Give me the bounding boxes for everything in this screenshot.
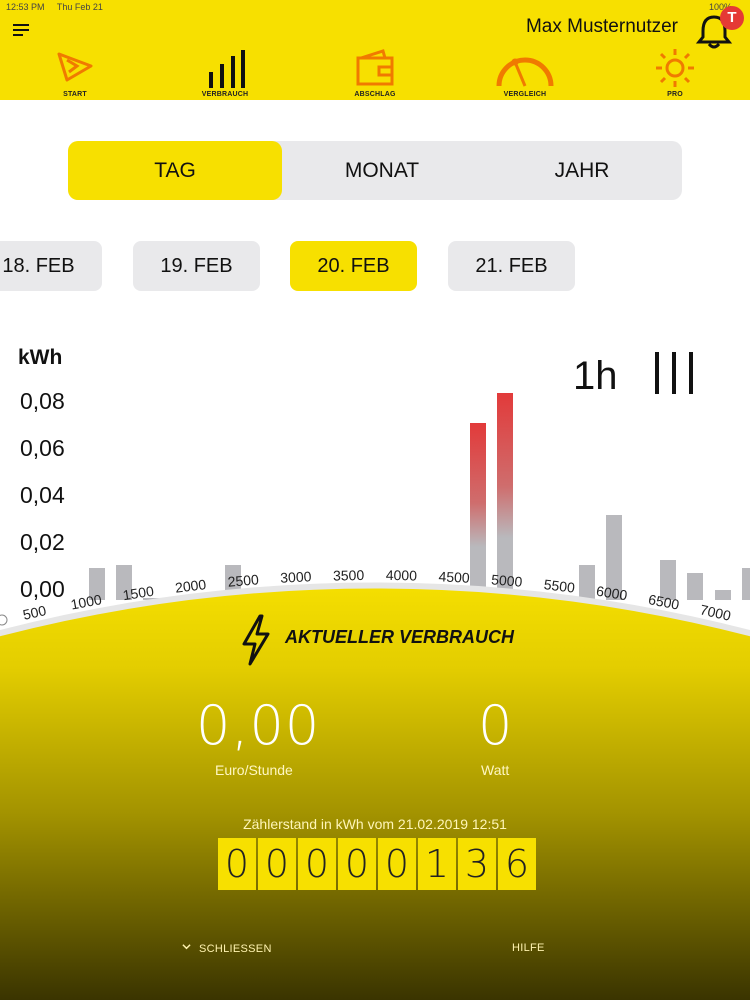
close-button[interactable]: SCHLIESSEN xyxy=(182,942,272,955)
power-unit: Watt xyxy=(481,762,510,778)
meter-digit: 3 xyxy=(458,838,496,890)
meter-digit: 0 xyxy=(218,838,256,890)
dial-tick-label: 3500 xyxy=(333,567,365,584)
help-button[interactable]: HILFE xyxy=(512,942,545,954)
cost-value: 0,00 xyxy=(196,694,321,757)
dial-tick-label: 2500 xyxy=(227,571,260,590)
meter-digit: 6 xyxy=(498,838,536,890)
meter-reading-caption: Zählerstand in kWh vom 21.02.2019 12:51 xyxy=(243,816,507,832)
lightning-icon xyxy=(242,614,270,666)
cost-unit: Euro/Stunde xyxy=(215,762,293,778)
meter-digit: 0 xyxy=(378,838,416,890)
power-value: 0 xyxy=(478,694,514,757)
dial-tick-label: 3000 xyxy=(280,568,312,586)
dial-needle-knob xyxy=(0,614,8,626)
meter-digit: 0 xyxy=(338,838,376,890)
meter-digit: 0 xyxy=(298,838,336,890)
meter-digit: 1 xyxy=(418,838,456,890)
dial-tick-label: 4000 xyxy=(386,567,418,584)
close-label: SCHLIESSEN xyxy=(199,943,272,955)
current-usage-title: AKTUELLER VERBRAUCH xyxy=(285,627,514,647)
chevron-down-icon xyxy=(182,944,191,950)
dial-tick-label: 5000 xyxy=(491,571,524,590)
meter-digit: 0 xyxy=(258,838,296,890)
dial-tick-label: 4500 xyxy=(438,568,470,586)
